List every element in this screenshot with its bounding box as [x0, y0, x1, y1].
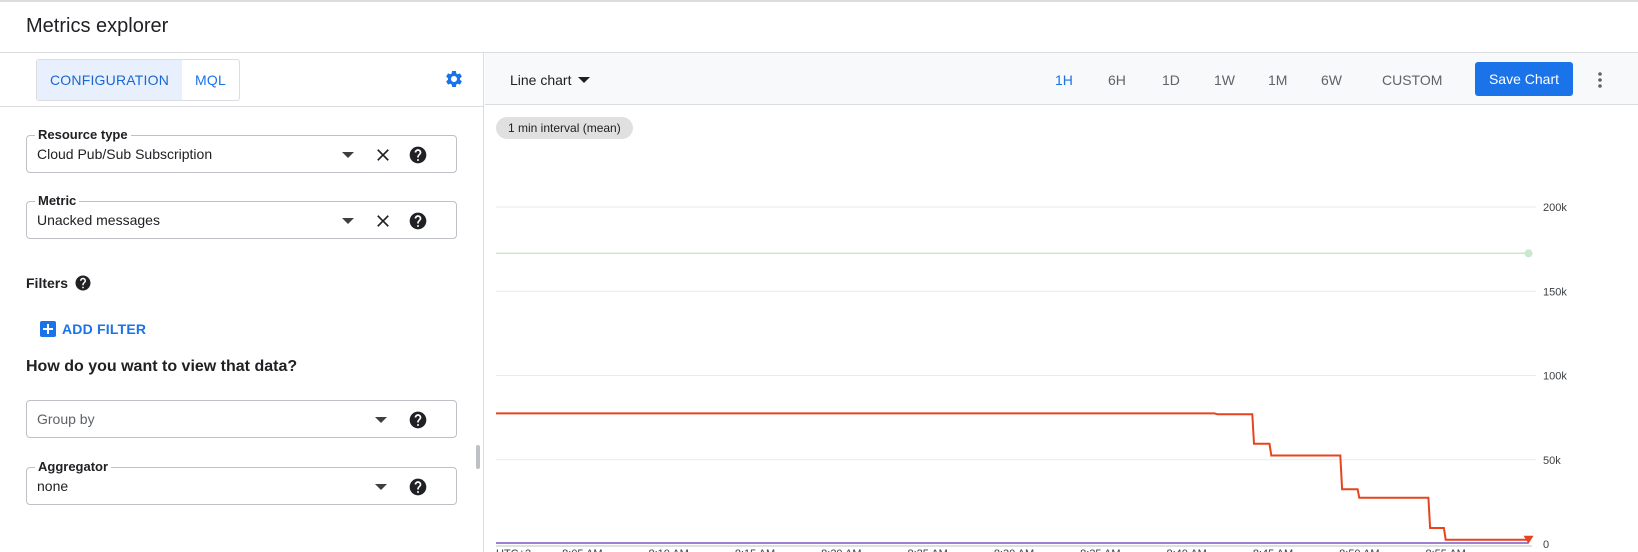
tab-configuration[interactable]: CONFIGURATION — [37, 60, 183, 100]
panel-scrollbar[interactable] — [476, 445, 480, 469]
range-1d[interactable]: 1D — [1162, 72, 1180, 88]
y-tick-label: 0 — [1543, 539, 1549, 551]
timezone-label: UTC+2 — [496, 548, 531, 552]
tab-mql[interactable]: MQL — [182, 60, 239, 100]
resource-type-value: Cloud Pub/Sub Subscription — [37, 146, 213, 162]
help-icon[interactable] — [408, 410, 428, 430]
aggregator-select[interactable]: Aggregator none — [26, 459, 457, 505]
x-tick-label: 8:45 AM — [1253, 548, 1293, 552]
resource-type-select[interactable]: Resource type Cloud Pub/Sub Subscription — [26, 127, 457, 173]
x-tick-label: 8:25 AM — [907, 548, 947, 552]
x-tick-label: 8:35 AM — [1080, 548, 1120, 552]
chart-type-select[interactable]: Line chart — [510, 72, 591, 88]
mode-tabs: CONFIGURATION MQL — [36, 59, 240, 101]
resource-type-label: Resource type — [35, 127, 131, 142]
range-1w[interactable]: 1W — [1214, 72, 1235, 88]
range-custom[interactable]: CUSTOM — [1382, 72, 1442, 88]
chart-panel: Line chart 1H 6H 1D 1W 1M 6W CUSTOM Save… — [485, 53, 1638, 552]
help-icon[interactable] — [408, 211, 428, 231]
series-line — [496, 412, 1529, 541]
x-tick-label: 8:55 AM — [1425, 548, 1465, 552]
y-tick-label: 100k — [1543, 371, 1567, 383]
y-tick-label: 50k — [1543, 455, 1561, 467]
chevron-down-icon — [578, 77, 591, 83]
range-6w[interactable]: 6W — [1321, 72, 1342, 88]
line-chart: 0 50k 100k 150k 200k UTC+2 8:05 AM 8:10 AM 8:15 … — [496, 202, 1567, 552]
interval-chip[interactable]: 1 min interval (mean) — [496, 117, 633, 139]
chart-type-label: Line chart — [510, 72, 572, 88]
save-chart-button[interactable]: Save Chart — [1475, 62, 1573, 96]
metric-value: Unacked messages — [37, 212, 160, 228]
more-vert-icon[interactable] — [1597, 71, 1603, 89]
aggregator-label: Aggregator — [35, 459, 112, 474]
chevron-down-icon[interactable] — [342, 218, 354, 224]
chevron-down-icon[interactable] — [342, 152, 354, 158]
chevron-down-icon[interactable] — [375, 484, 387, 490]
filters-label: Filters — [26, 275, 69, 291]
add-box-icon — [40, 321, 56, 337]
metric-select[interactable]: Metric Unacked messages — [26, 193, 457, 239]
page-header: Metrics explorer — [0, 2, 1638, 53]
x-tick-label: 8:15 AM — [735, 548, 775, 552]
clear-icon[interactable] — [373, 211, 393, 231]
clear-icon[interactable] — [373, 145, 393, 165]
view-data-heading: How do you want to view that data? — [26, 358, 298, 375]
add-filter-button[interactable]: ADD FILTER — [40, 319, 146, 339]
x-tick-label: 8:30 AM — [994, 548, 1034, 552]
range-6h[interactable]: 6H — [1108, 72, 1126, 88]
help-icon[interactable] — [408, 145, 428, 165]
chevron-down-icon[interactable] — [375, 417, 387, 423]
x-tick-label: 8:05 AM — [562, 548, 602, 552]
gear-icon[interactable] — [444, 69, 464, 89]
help-icon[interactable] — [74, 274, 92, 292]
metric-label: Metric — [35, 193, 80, 208]
aggregator-value: none — [37, 478, 69, 494]
page-title: Metrics explorer — [26, 15, 169, 37]
y-tick-label: 150k — [1543, 286, 1567, 298]
range-1m[interactable]: 1M — [1268, 72, 1287, 88]
add-filter-label: ADD FILTER — [62, 321, 147, 337]
mode-tabs-row: CONFIGURATION MQL — [0, 53, 483, 107]
chart-toolbar: Line chart 1H 6H 1D 1W 1M 6W CUSTOM Save… — [485, 53, 1638, 105]
x-tick-label: 8:10 AM — [648, 548, 688, 552]
config-panel: CONFIGURATION MQL Resource type Cloud Pu… — [0, 53, 484, 552]
series-endpoint — [1524, 249, 1533, 258]
group-by-select[interactable]: Group by — [26, 400, 457, 438]
x-tick-label: 8:40 AM — [1166, 548, 1206, 552]
group-by-placeholder: Group by — [37, 411, 95, 427]
y-tick-label: 200k — [1543, 202, 1567, 214]
range-1h[interactable]: 1H — [1055, 72, 1073, 88]
x-tick-label: 8:20 AM — [821, 548, 861, 552]
x-tick-label: 8:50 AM — [1339, 548, 1379, 552]
help-icon[interactable] — [408, 477, 428, 497]
